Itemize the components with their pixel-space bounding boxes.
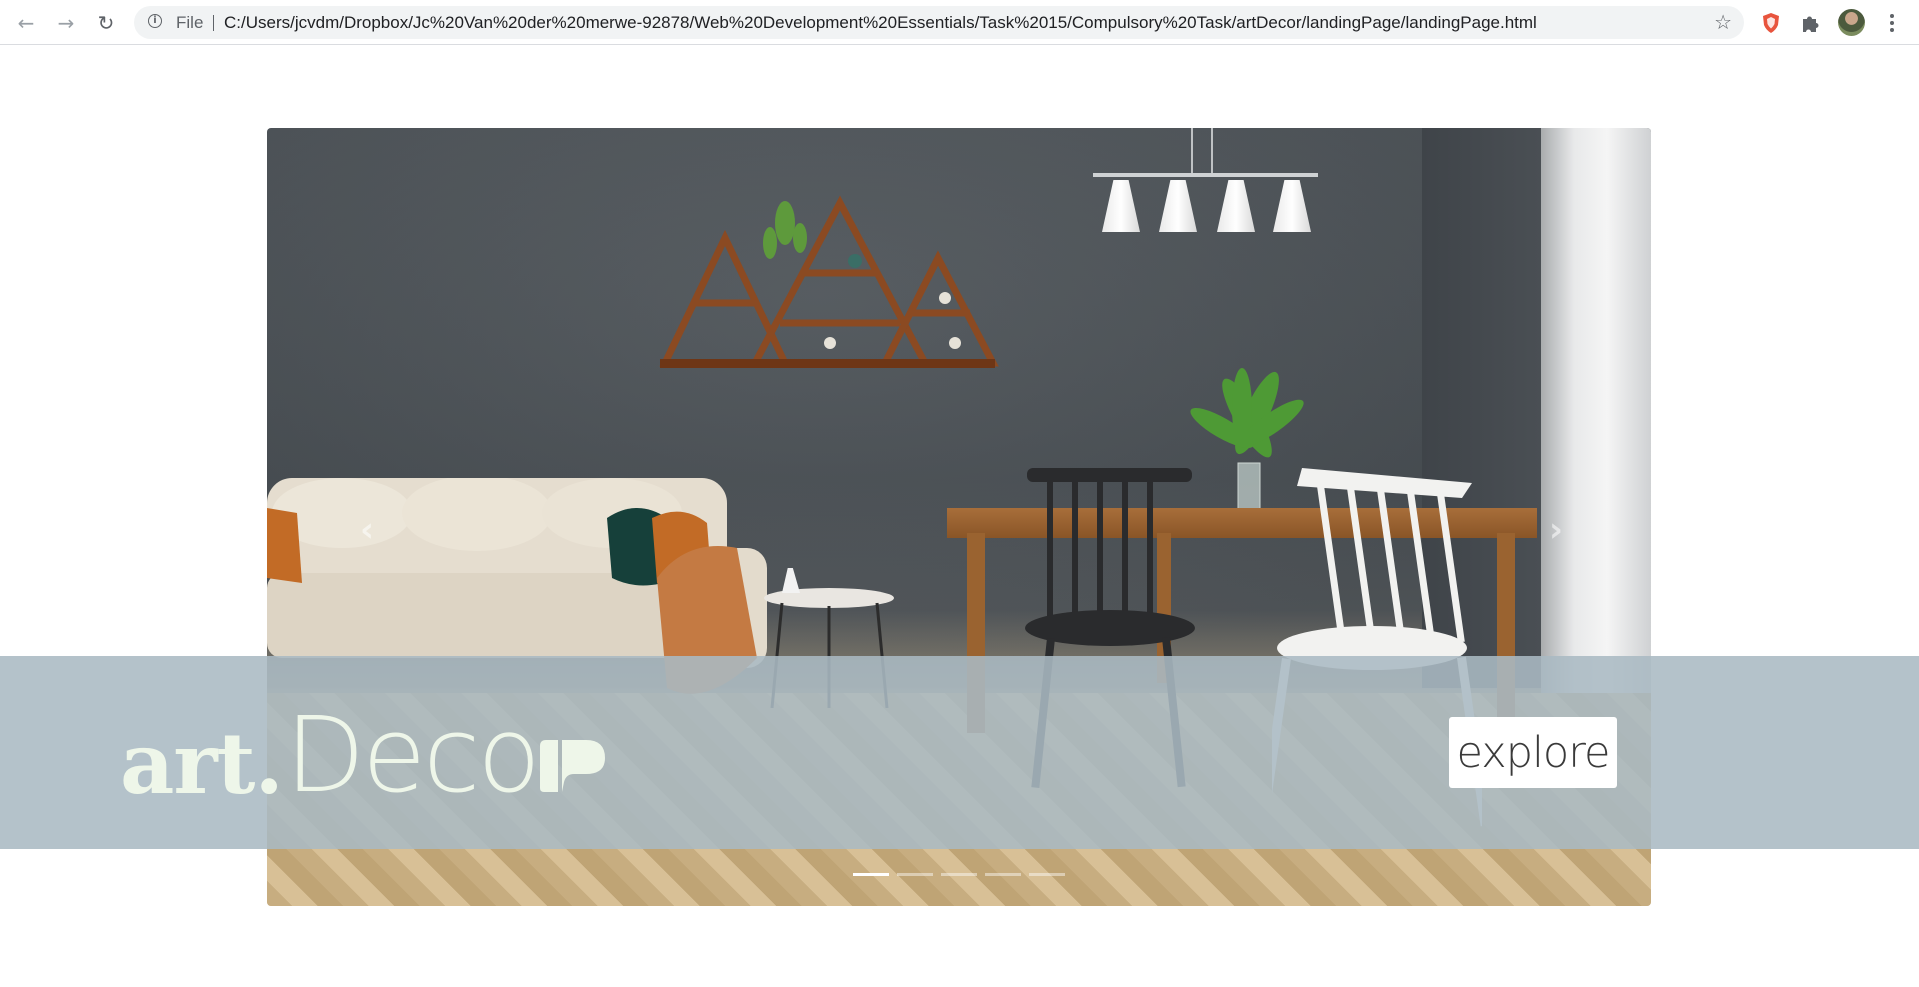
carousel-next-button[interactable]: ›: [1544, 510, 1568, 550]
arrow-right-icon: →: [57, 11, 75, 35]
shield-extension-icon[interactable]: [1759, 11, 1783, 35]
browser-toolbar: ← → ↻ i File C:/Users/jcvdm/Dropbox/Jc%2…: [0, 0, 1919, 45]
puzzle-extensions-icon[interactable]: [1799, 11, 1823, 35]
address-separator: [213, 15, 214, 31]
reload-icon: ↻: [97, 11, 115, 35]
carousel-indicator[interactable]: [853, 873, 889, 876]
url-text[interactable]: C:/Users/jcvdm/Dropbox/Jc%20Van%20der%20…: [224, 6, 1537, 39]
carousel-prev-button[interactable]: ‹: [355, 510, 379, 550]
star-icon[interactable]: ☆: [1714, 6, 1732, 39]
triangle-shelf: [659, 195, 999, 368]
more-vert-icon[interactable]: [1884, 9, 1900, 37]
scheme-label: File: [176, 13, 204, 32]
carousel-indicator[interactable]: [941, 873, 977, 876]
window: [1541, 128, 1651, 728]
logo-mark-icon: [540, 740, 605, 792]
forward-button[interactable]: →: [52, 9, 80, 37]
chevron-right-icon: ›: [1548, 510, 1563, 550]
chevron-left-icon: ‹: [359, 510, 374, 550]
carousel-indicator[interactable]: [897, 873, 933, 876]
back-button[interactable]: ←: [12, 9, 40, 37]
explore-button[interactable]: explore: [1449, 717, 1617, 788]
info-icon[interactable]: i: [148, 14, 162, 28]
avatar[interactable]: [1838, 9, 1865, 36]
brand-banner: art. Deco explore: [0, 656, 1919, 849]
arrow-left-icon: ←: [17, 11, 35, 35]
reload-button[interactable]: ↻: [92, 9, 120, 37]
address-bar[interactable]: i File C:/Users/jcvdm/Dropbox/Jc%20Van%2…: [134, 6, 1744, 39]
artdeco-logo: art. Deco: [120, 694, 620, 816]
carousel-indicators: [267, 873, 1651, 876]
logo-text-art: art.: [120, 714, 284, 813]
carousel-indicator[interactable]: [1029, 873, 1065, 876]
carousel-indicator[interactable]: [985, 873, 1021, 876]
logo-text-deco: Deco: [285, 694, 541, 816]
